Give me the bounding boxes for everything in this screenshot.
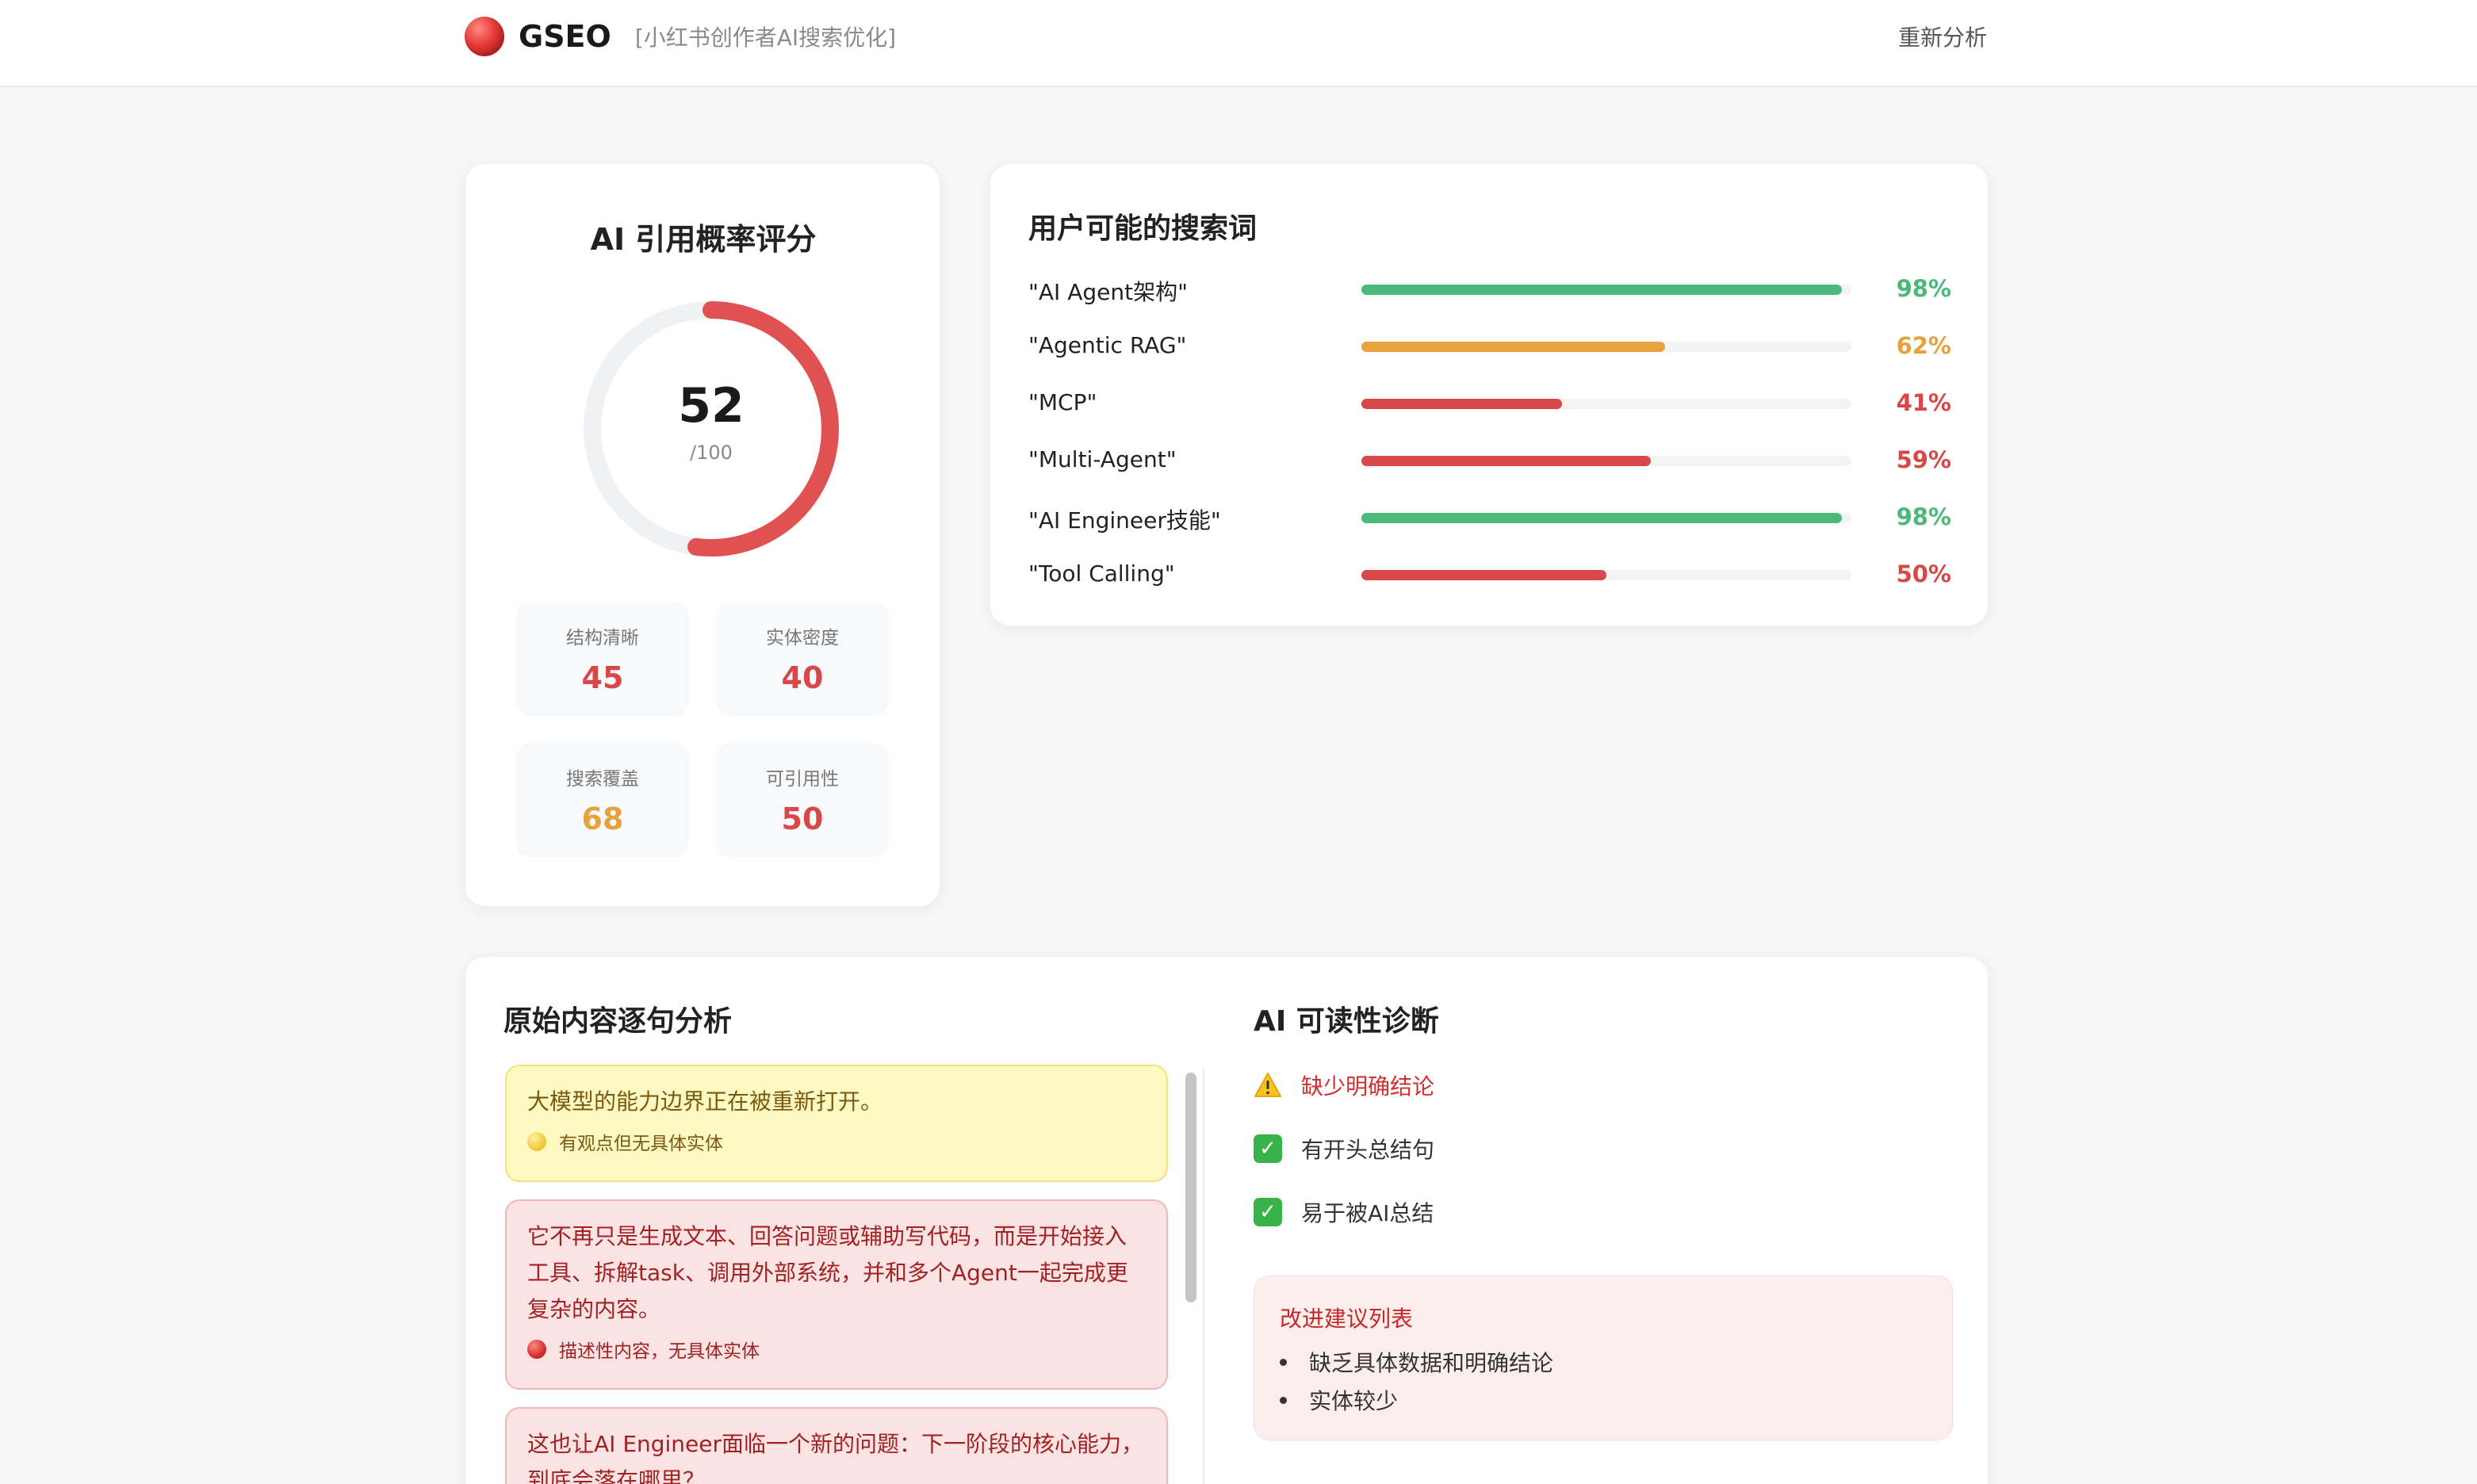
metric-citability: 可引用性 50 xyxy=(716,743,889,857)
search-query-row: "Multi-Agent" 59% xyxy=(1028,445,1951,476)
improvement-title: 改进建议列表 xyxy=(1280,1306,1414,1332)
improvement-list: 改进建议列表 缺乏具体数据和明确结论 实体较少 xyxy=(1254,1276,1953,1440)
content-analysis-card: 原始内容逐句分析 大模型的能力边界正在被重新打开。 有观点但无具体实体 它不再只… xyxy=(465,956,1989,1484)
sentence-card[interactable]: 大模型的能力边界正在被重新打开。 有观点但无具体实体 xyxy=(505,1065,1168,1182)
brand: GSEO [小红书创作者AI搜索优化] xyxy=(465,16,896,57)
diagnostic-item: ✓ 有开头总结句 xyxy=(1254,1133,1434,1165)
brand-subtitle: [小红书创作者AI搜索优化] xyxy=(634,25,897,51)
search-query-percent: 62% xyxy=(1896,332,1951,359)
search-query-percent: 41% xyxy=(1896,389,1951,416)
brand-name: GSEO xyxy=(519,19,611,54)
metric-structure: 结构清晰 45 xyxy=(516,602,689,716)
red-dot-icon xyxy=(527,1340,546,1359)
search-query-bar-track xyxy=(1361,570,1851,580)
sentence-tag: 有观点但无具体实体 xyxy=(527,1128,1146,1155)
sentence-list-scrollbar[interactable] xyxy=(1182,1068,1204,1484)
search-query-bar-track xyxy=(1361,285,1851,295)
search-query-label: "AI Engineer技能" xyxy=(1028,507,1221,534)
search-query-bar-fill xyxy=(1361,285,1842,295)
score-card: AI 引用概率评分 52 /100 结构清晰 45 实体密度 40 搜索覆盖 6… xyxy=(465,163,940,907)
search-query-percent: 50% xyxy=(1896,560,1951,587)
search-query-bar-track xyxy=(1361,513,1851,523)
queries-title: 用户可能的搜索词 xyxy=(1028,212,1258,245)
search-query-bar-fill xyxy=(1361,342,1666,352)
search-query-bar-track xyxy=(1361,399,1851,409)
metric-value: 45 xyxy=(581,660,624,695)
diagnostic-text: 缺少明确结论 xyxy=(1301,1073,1435,1100)
search-query-label: "AI Agent架构" xyxy=(1028,279,1188,305)
sentence-card[interactable]: 这也让AI Engineer面临一个新的问题：下一阶段的核心能力，到底会落在哪里… xyxy=(505,1407,1168,1484)
search-query-bar-fill xyxy=(1361,456,1651,466)
search-query-label: "Agentic RAG" xyxy=(1028,332,1187,358)
sentence-tag-label: 有观点但无具体实体 xyxy=(559,1134,723,1154)
warning-icon xyxy=(1254,1071,1282,1100)
diagnostic-item: ✓ 易于被AI总结 xyxy=(1254,1196,1434,1228)
metric-value: 68 xyxy=(581,801,624,836)
sentence-tag-label: 描述性内容，无具体实体 xyxy=(559,1341,760,1362)
search-query-label: "Multi-Agent" xyxy=(1028,446,1177,472)
diagnostic-text: 有开头总结句 xyxy=(1301,1137,1435,1163)
search-query-row: "MCP" 41% xyxy=(1028,388,1951,419)
search-query-row: "Tool Calling" 50% xyxy=(1028,559,1951,591)
diagnostic-item: 缺少明确结论 xyxy=(1254,1069,1434,1101)
bullet-icon xyxy=(1280,1358,1287,1366)
sentence-analysis-title: 原始内容逐句分析 xyxy=(503,1005,733,1038)
search-query-row: "AI Engineer技能" 98% xyxy=(1028,502,1951,534)
metric-value: 40 xyxy=(781,660,824,695)
score-value: 52 xyxy=(678,378,745,434)
search-query-percent: 98% xyxy=(1896,503,1951,530)
metric-label: 搜索覆盖 xyxy=(566,769,639,790)
sentence-text: 这也让AI Engineer面临一个新的问题：下一阶段的核心能力，到底会落在哪里… xyxy=(527,1431,1144,1484)
metric-entity-density: 实体密度 40 xyxy=(716,602,889,716)
search-query-label: "Tool Calling" xyxy=(1028,560,1175,587)
metric-label: 实体密度 xyxy=(766,628,839,648)
search-query-percent: 98% xyxy=(1896,275,1951,302)
yellow-dot-icon xyxy=(527,1132,546,1151)
search-query-bar-fill xyxy=(1361,513,1842,523)
sentence-text: 大模型的能力边界正在被重新打开。 xyxy=(527,1088,883,1115)
search-query-label: "MCP" xyxy=(1028,389,1097,415)
brand-logo-icon xyxy=(465,17,504,56)
check-icon: ✓ xyxy=(1254,1198,1282,1226)
metric-search-coverage: 搜索覆盖 68 xyxy=(516,743,689,857)
search-queries-card: 用户可能的搜索词 "AI Agent架构" 98% "Agentic RAG" 62%… xyxy=(990,163,1989,626)
metric-label: 可引用性 xyxy=(766,769,839,790)
column-divider xyxy=(1203,1068,1204,1484)
search-query-percent: 59% xyxy=(1896,446,1951,473)
search-query-bar-fill xyxy=(1361,570,1606,580)
diagnostic-text: 易于被AI总结 xyxy=(1301,1200,1434,1226)
top-bar: GSEO [小红书创作者AI搜索优化] 重新分析 xyxy=(0,0,2477,87)
search-query-bar-fill xyxy=(1361,399,1563,409)
sentence-tag: 描述性内容，无具体实体 xyxy=(527,1336,1146,1363)
sentence-text: 它不再只是生成文本、回答问题或辅助写代码，而是开始接入工具、拆解task、调用外… xyxy=(527,1223,1128,1322)
bullet-icon xyxy=(1280,1396,1287,1404)
score-max: /100 xyxy=(690,442,733,464)
search-query-row: "AI Agent架构" 98% xyxy=(1028,273,1951,305)
improvement-item: 实体较少 xyxy=(1280,1384,1398,1416)
improvement-text: 缺乏具体数据和明确结论 xyxy=(1309,1350,1554,1376)
score-title: AI 引用概率评分 xyxy=(590,222,817,257)
reanalyze-button[interactable]: 重新分析 xyxy=(1898,21,1987,52)
check-icon: ✓ xyxy=(1254,1134,1282,1163)
search-query-row: "Agentic RAG" 62% xyxy=(1028,331,1951,362)
search-query-bar-track xyxy=(1361,456,1851,466)
improvement-text: 实体较少 xyxy=(1309,1388,1399,1414)
scrollbar-thumb[interactable] xyxy=(1185,1073,1196,1302)
metric-value: 50 xyxy=(781,801,824,836)
improvement-item: 缺乏具体数据和明确结论 xyxy=(1280,1346,1553,1378)
readability-title: AI 可读性诊断 xyxy=(1254,1005,1439,1038)
sentence-card[interactable]: 它不再只是生成文本、回答问题或辅助写代码，而是开始接入工具、拆解task、调用外… xyxy=(505,1199,1168,1390)
search-query-bar-track xyxy=(1361,342,1851,352)
metric-label: 结构清晰 xyxy=(566,628,639,648)
